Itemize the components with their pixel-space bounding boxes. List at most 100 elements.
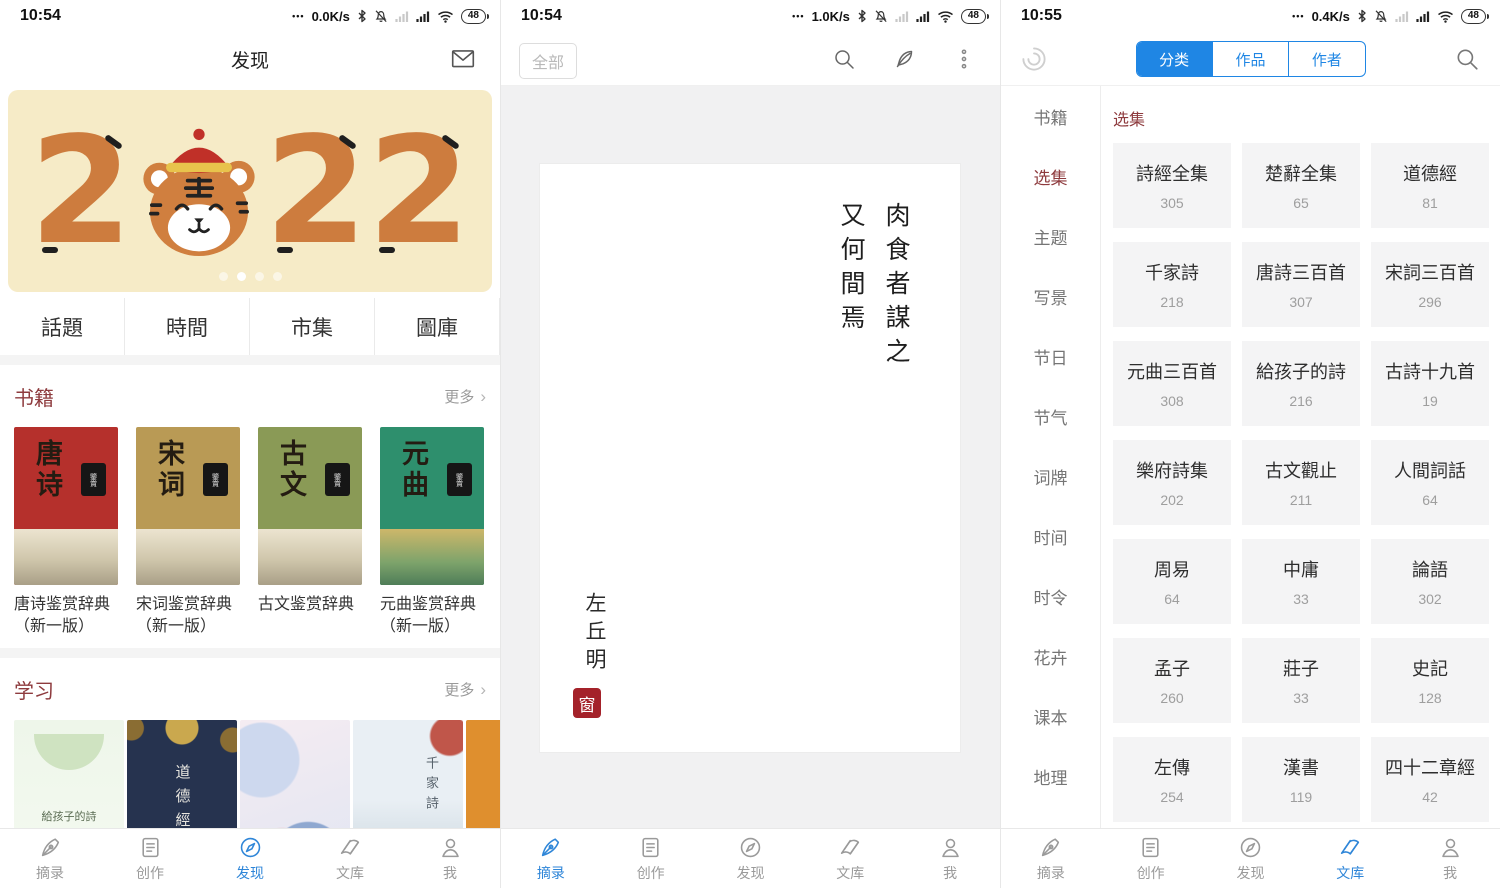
nav-create[interactable]: 创作 (1101, 829, 1201, 888)
banner-digit: 2 (367, 117, 470, 265)
collection-card[interactable]: 唐詩三百首307 (1242, 242, 1360, 327)
collection-card[interactable]: 楚辭全集65 (1242, 143, 1360, 228)
collection-card[interactable]: 人間詞話64 (1371, 440, 1489, 525)
sidebar-item-themes[interactable]: 主题 (1001, 206, 1100, 266)
library-segmented-control: 分类 作品 作者 (1136, 41, 1366, 77)
collection-card[interactable]: 古文觀止211 (1242, 440, 1360, 525)
sidebar-item-solar-terms[interactable]: 节气 (1001, 386, 1100, 446)
panel-library: 10:55 ••• 0.4K/s 48 分类 作品 作者 (1000, 0, 1500, 888)
sidebar-item-time[interactable]: 时间 (1001, 506, 1100, 566)
collection-card[interactable]: 莊子33 (1242, 638, 1360, 723)
filter-all-button[interactable]: 全部 (519, 43, 577, 79)
collection-card[interactable]: 千家詩218 (1113, 242, 1231, 327)
sync-spinner-icon[interactable] (1019, 44, 1049, 74)
tab-market[interactable]: 市集 (250, 298, 375, 355)
chevron-right-icon: › (480, 387, 486, 407)
nav-library[interactable]: 文库 (1300, 829, 1400, 888)
sidebar-item-festivals[interactable]: 节日 (1001, 326, 1100, 386)
network-speed: 1.0K/s (812, 9, 850, 24)
collection-card[interactable]: 論語302 (1371, 539, 1489, 624)
carousel-dot-active[interactable] (237, 272, 246, 281)
segment-categories[interactable]: 分类 (1137, 42, 1212, 76)
nav-library[interactable]: 文库 (800, 829, 900, 888)
learning-more-link[interactable]: 更多› (444, 679, 486, 700)
sidebar-item-scenery[interactable]: 写景 (1001, 266, 1100, 326)
nav-excerpts[interactable]: 摘录 (501, 829, 601, 888)
collection-card[interactable]: 左傳254 (1113, 737, 1231, 822)
nav-me[interactable]: 我 (900, 829, 1000, 888)
nav-me[interactable]: 我 (400, 829, 500, 888)
poem-author: 左丘明 (580, 592, 610, 676)
collection-card[interactable]: 古詩十九首19 (1371, 341, 1489, 426)
book-cover-title: 元曲 (394, 439, 433, 501)
book-item[interactable]: 唐诗鑒賞 唐诗鉴赏辞典（新一版） (14, 427, 118, 638)
search-icon[interactable] (1454, 46, 1480, 72)
tab-gallery[interactable]: 圖庫 (375, 298, 500, 355)
sim1-signal-icon (395, 10, 409, 23)
nav-excerpts[interactable]: 摘录 (0, 829, 100, 888)
tiger-face-illustration (133, 117, 265, 265)
carousel-dot[interactable] (255, 272, 264, 281)
new-year-banner[interactable]: 2 2 2 (8, 90, 492, 292)
book-item[interactable]: 古文鑒賞 古文鉴赏辞典 (258, 427, 362, 638)
nav-create[interactable]: 创作 (601, 829, 701, 888)
sidebar-item-textbooks[interactable]: 课本 (1001, 686, 1100, 746)
app-seal-stamp: 窗 (573, 688, 601, 718)
quill-pen-icon[interactable] (892, 47, 916, 71)
collection-card[interactable]: 史記128 (1371, 638, 1489, 723)
collection-card[interactable]: 詩經全集305 (1113, 143, 1231, 228)
tab-topics[interactable]: 話題 (0, 298, 125, 355)
book-cover-title: 古文 (272, 439, 311, 501)
mail-icon[interactable] (450, 46, 476, 72)
sidebar-item-books[interactable]: 书籍 (1001, 86, 1100, 146)
book-item[interactable]: 元曲鑒賞 元曲鉴赏辞典（新一版） (380, 427, 484, 638)
status-bar-1: 10:54 ••• 0.0K/s 48 (0, 0, 500, 32)
collections-grid: 詩經全集305 楚辭全集65 道德經81 千家詩218 唐詩三百首307 宋詞三… (1113, 143, 1488, 822)
bottom-nav-library: 摘录 创作 发现 文库 我 (1001, 828, 1500, 888)
book-seal: 鑒賞 (81, 463, 106, 496)
carousel-dot[interactable] (273, 272, 282, 281)
notebook-icon (1138, 835, 1163, 860)
collection-card[interactable]: 樂府詩集202 (1113, 440, 1231, 525)
excerpt-card[interactable]: 肉食者謀之 又何間焉 左丘明 窗 (539, 163, 961, 753)
collection-card[interactable]: 道德經81 (1371, 143, 1489, 228)
section-divider (0, 648, 500, 658)
mute-bell-icon (374, 9, 388, 23)
collection-card[interactable]: 元曲三百首308 (1113, 341, 1231, 426)
collection-card[interactable]: 四十二章經42 (1371, 737, 1489, 822)
more-vertical-icon[interactable] (952, 47, 976, 71)
sidebar-item-cipai[interactable]: 词牌 (1001, 446, 1100, 506)
learning-section-header: 学习 更多› (0, 658, 500, 720)
collection-card[interactable]: 漢書119 (1242, 737, 1360, 822)
nav-excerpts[interactable]: 摘录 (1001, 829, 1101, 888)
sidebar-item-collections[interactable]: 选集 (1001, 146, 1100, 206)
collection-card[interactable]: 給孩子的詩216 (1242, 341, 1360, 426)
network-activity-dots: ••• (792, 11, 804, 21)
collection-card[interactable]: 孟子260 (1113, 638, 1231, 723)
page-title: 发现 (0, 32, 500, 86)
nav-discover[interactable]: 发现 (701, 829, 801, 888)
library-main: 选集 詩經全集305 楚辭全集65 道德經81 千家詩218 唐詩三百首307 … (1101, 86, 1500, 888)
learning-section-title: 学习 (14, 675, 54, 704)
collection-card[interactable]: 周易64 (1113, 539, 1231, 624)
nav-me[interactable]: 我 (1400, 829, 1500, 888)
nav-library[interactable]: 文库 (300, 829, 400, 888)
nav-create[interactable]: 创作 (100, 829, 200, 888)
collection-card[interactable]: 宋詞三百首296 (1371, 242, 1489, 327)
sidebar-item-geography[interactable]: 地理 (1001, 746, 1100, 806)
sidebar-item-seasons[interactable]: 时令 (1001, 566, 1100, 626)
books-more-link[interactable]: 更多› (444, 386, 486, 407)
book-item[interactable]: 宋词鑒賞 宋词鉴赏辞典（新一版） (136, 427, 240, 638)
sim2-signal-icon (916, 10, 930, 23)
tab-time[interactable]: 時間 (125, 298, 250, 355)
carousel-dot[interactable] (219, 272, 228, 281)
search-icon[interactable] (832, 47, 856, 71)
nav-discover[interactable]: 发现 (1201, 829, 1301, 888)
segment-works[interactable]: 作品 (1212, 42, 1288, 76)
sidebar-item-flowers[interactable]: 花卉 (1001, 626, 1100, 686)
collection-card[interactable]: 中庸33 (1242, 539, 1360, 624)
nav-discover[interactable]: 发现 (200, 829, 300, 888)
segment-authors[interactable]: 作者 (1288, 42, 1364, 76)
sim1-signal-icon (895, 10, 909, 23)
book-seal: 鑒賞 (325, 463, 350, 496)
